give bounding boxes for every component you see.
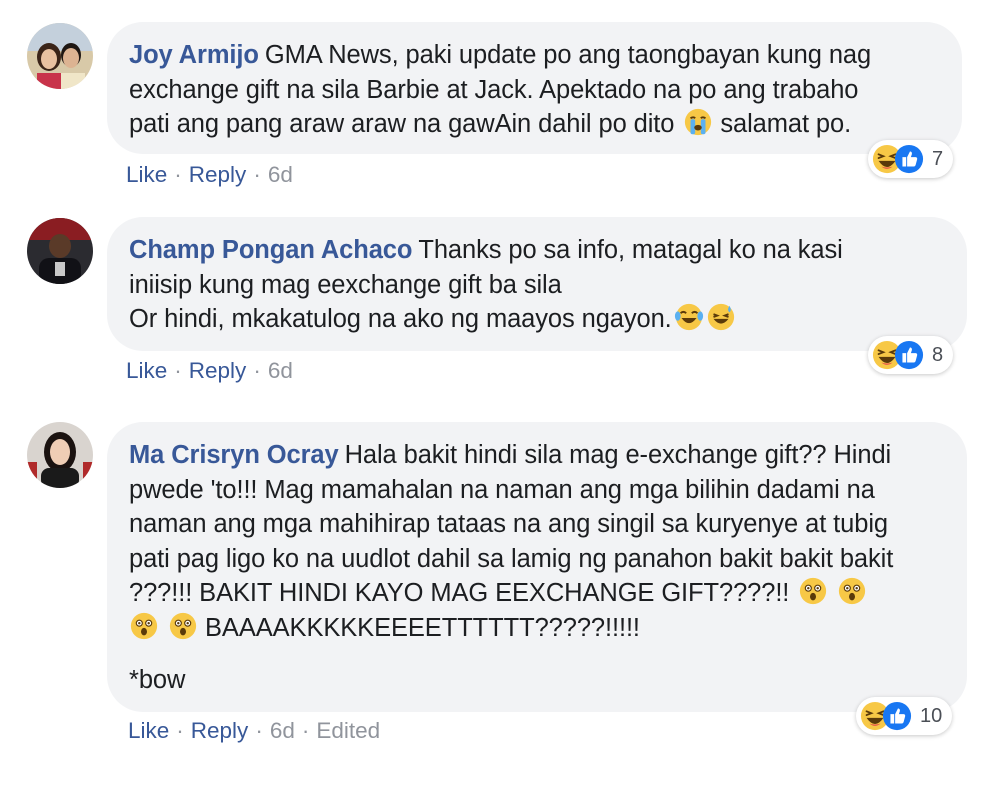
avatar[interactable] [27,218,93,284]
reaction-summary[interactable]: 7 [868,140,954,178]
comment-line: pati ang pang araw araw na gawAin dahil … [129,107,938,142]
reaction-count: 7 [932,147,944,170]
comment-actions: Like · Reply · 6d · Edited [128,718,380,744]
reaction-summary[interactable]: 8 [868,336,954,374]
reply-link[interactable]: Reply [189,358,247,383]
comment-bubble: Champ Pongan Achaco Thanks po sa info, ma… [107,217,967,351]
reaction-count: 10 [920,704,943,727]
timestamp[interactable]: 6d [270,718,295,743]
separator-dot: · [253,162,261,187]
like-icon [894,144,924,174]
comment-line: Joy Armijo GMA News, paki update po ang t… [129,38,938,73]
astonished-face-icon [168,611,198,641]
grinning-sweat-icon [706,302,736,332]
comment-bubble: Ma Crisryn Ocray Hala bakit hindi sila ma… [107,422,967,712]
comment-text: salamat po. [720,110,852,138]
reply-link[interactable]: Reply [189,162,247,187]
comment-text: Hala bakit hindi sila mag e-exchange gif… [344,441,892,469]
avatar[interactable] [27,23,93,89]
like-icon [894,340,924,370]
author-name[interactable]: Joy Armijo [129,41,259,69]
separator-dot: · [301,718,310,743]
reaction-count: 8 [932,343,944,366]
comment-text: pwede 'to!!! Mag mamahalan na naman ang … [129,475,875,504]
like-link[interactable]: Like [126,358,167,383]
comment-bubble: Joy Armijo GMA News, paki update po ang t… [107,22,962,154]
comment-text: BAAAAKKKKKEEEETTTTTT?????!!!!! [205,613,640,642]
comment-text: Or hindi, mkakatulog na ako ng maayos ng… [129,305,672,333]
separator-dot: · [176,718,184,743]
crying-face-icon [683,107,713,137]
reply-link[interactable]: Reply [191,718,249,743]
author-name[interactable]: Champ Pongan Achaco [129,236,412,264]
separator-dot: · [253,358,261,383]
tears-of-joy-icon [674,302,704,332]
astonished-face-icon [837,576,867,606]
reaction-summary[interactable]: 10 [856,697,953,735]
timestamp[interactable]: 6d [268,358,293,383]
author-name[interactable]: Ma Crisryn Ocray [129,441,339,469]
like-icon [882,701,912,731]
astonished-face-icon [129,611,159,641]
separator-dot: · [255,718,263,743]
separator-dot: · [174,358,182,383]
comment-text: pati pag ligo ko na uudlot dahil sa lami… [129,544,894,573]
comment-text: naman ang mga mahihirap tataas na ang si… [129,510,888,538]
comment-text: exchange gift na sila Barbie at Jack. Ap… [129,75,859,104]
like-link[interactable]: Like [126,162,167,187]
comment-text: pati ang pang araw araw na gawAin dahil … [129,110,675,138]
comment-line: BAAAAKKKKKEEEETTTTTT?????!!!!! [129,611,943,646]
comment-text: iniisip kung mag eexchange gift ba sila [129,270,562,299]
comment-actions: Like · Reply · 6d [126,162,293,188]
like-link[interactable]: Like [128,718,169,743]
edited-label[interactable]: Edited [316,718,380,743]
comment-text: GMA News, paki update po ang taongbayan … [264,41,872,69]
comment-line: Or hindi, mkakatulog na ako ng maayos ng… [129,302,943,337]
comment-text: Thanks po sa info, matagal ko na kasi [418,236,843,264]
comment-text: ???!!! BAKIT HINDI KAYO MAG EEXCHANGE GI… [129,579,790,607]
timestamp[interactable]: 6d [268,162,293,187]
comment-line: Champ Pongan Achaco Thanks po sa info, ma… [129,233,943,268]
avatar[interactable] [27,422,93,488]
comment-line: ???!!! BAKIT HINDI KAYO MAG EEXCHANGE GI… [129,576,943,611]
comment-actions: Like · Reply · 6d [126,358,293,384]
comment-text: *bow [129,666,186,694]
astonished-face-icon [798,576,828,606]
comment-line: Ma Crisryn Ocray Hala bakit hindi sila ma… [129,438,943,473]
separator-dot: · [174,162,182,187]
